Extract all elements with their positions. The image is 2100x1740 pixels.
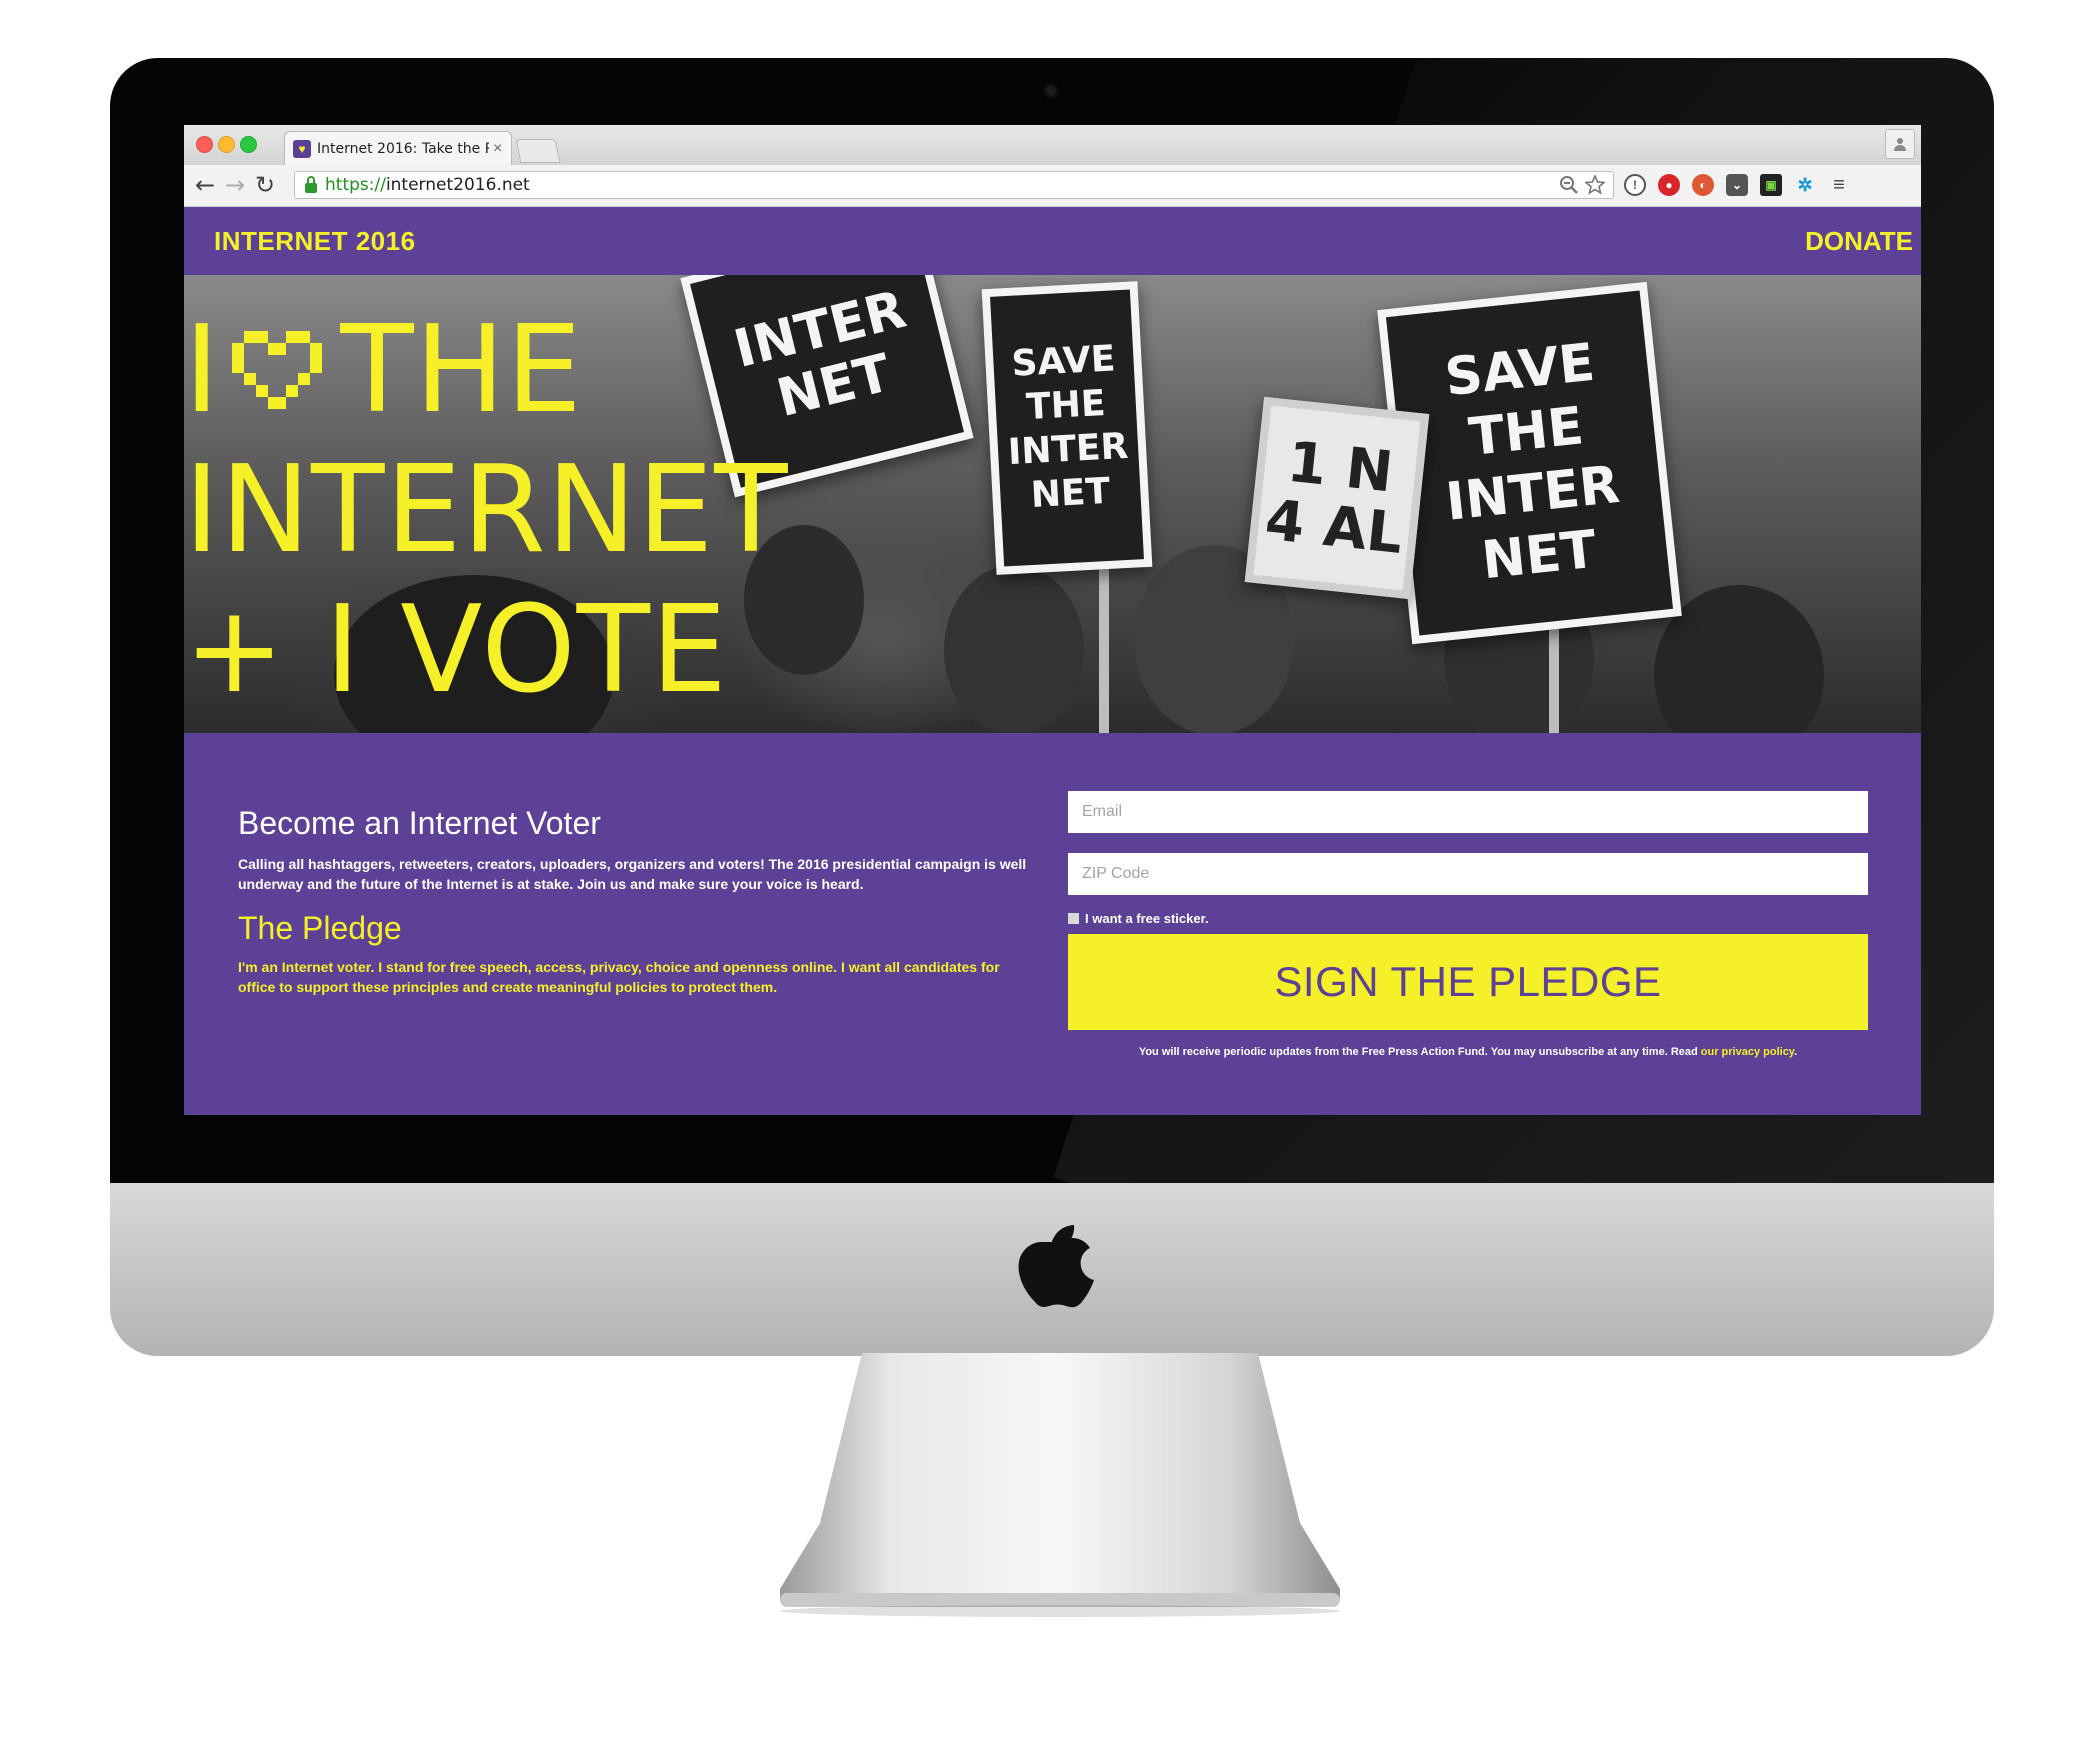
donate-link[interactable]: DONATE xyxy=(1805,207,1913,275)
disclaimer: You will receive periodic updates from t… xyxy=(1068,1046,1868,1058)
address-bar[interactable]: https:// internet2016.net xyxy=(294,171,1614,199)
become-voter-text: Calling all hashtaggers, retweeters, cre… xyxy=(238,856,1027,892)
info-icon[interactable]: ! xyxy=(1624,174,1646,196)
camera-icon xyxy=(1046,86,1056,96)
headline-i: I xyxy=(184,301,221,440)
tab-title: Internet 2016: Take the Pledge xyxy=(317,140,489,157)
forward-button[interactable]: → xyxy=(222,171,248,199)
pixel-heart-icon xyxy=(232,331,323,409)
browser-toolbar: ← → ↻ https:// internet2016.net ! ● ◐ ⌄ xyxy=(184,165,1921,207)
headline-line-1: I THE xyxy=(184,301,789,441)
sticker-checkbox[interactable] xyxy=(1068,913,1079,924)
android-icon[interactable]: ▣ xyxy=(1760,174,1782,196)
pledge-form: I want a free sticker. SIGN THE PLEDGE Y… xyxy=(1068,791,1868,1058)
headline-line-3: + I VOTE xyxy=(184,581,728,720)
reload-button[interactable]: ↻ xyxy=(252,171,278,199)
site-brand[interactable]: INTERNET 2016 xyxy=(214,207,416,275)
pledge-text: I'm an Internet voter. I stand for free … xyxy=(238,959,1000,995)
browser-tab[interactable]: ♥ Internet 2016: Take the Pledge × xyxy=(284,131,512,165)
url-actions xyxy=(1559,175,1613,195)
new-tab-button[interactable] xyxy=(515,139,561,163)
screen: ♥ Internet 2016: Take the Pledge × ← → ↻… xyxy=(184,125,1921,1115)
url-host: internet2016.net xyxy=(385,175,530,195)
headline-line-2: INTERNET xyxy=(184,441,789,580)
placard: SAVE THE INTER NET xyxy=(981,281,1153,575)
close-window-button[interactable] xyxy=(196,136,213,153)
browser-tabstrip: ♥ Internet 2016: Take the Pledge × xyxy=(184,125,1921,166)
duckduckgo-icon[interactable]: ◐ xyxy=(1692,174,1714,196)
headline-the: THE xyxy=(340,301,583,440)
zip-code-field[interactable] xyxy=(1068,853,1868,895)
ublock-icon[interactable]: ● xyxy=(1658,174,1680,196)
pocket-icon[interactable]: ⌄ xyxy=(1726,174,1748,196)
lock-icon xyxy=(305,176,317,193)
tab-close-icon[interactable]: × xyxy=(493,140,502,158)
extension-icons: ! ● ◐ ⌄ ▣ ✲ ≡ xyxy=(1624,171,1850,199)
disclaimer-end: . xyxy=(1794,1046,1798,1058)
menu-icon[interactable]: ≡ xyxy=(1828,174,1850,196)
back-button[interactable]: ← xyxy=(192,171,218,199)
privacy-policy-link[interactable]: our privacy policy xyxy=(1701,1046,1794,1058)
star-icon[interactable] xyxy=(1585,175,1605,195)
disclaimer-text: You will receive periodic updates from t… xyxy=(1138,1046,1698,1058)
sticker-label: I want a free sticker. xyxy=(1085,911,1209,926)
hero-headline: I THE INTERNET + I VOTE xyxy=(184,301,789,721)
site-header: INTERNET 2016 DONATE xyxy=(184,207,1921,275)
imac-stand xyxy=(780,1353,1340,1617)
signup-section: Become an Internet Voter Calling all has… xyxy=(184,733,1921,1115)
profile-icon[interactable] xyxy=(1885,129,1915,159)
pledge-title: The Pledge xyxy=(238,910,402,946)
email-field[interactable] xyxy=(1068,791,1868,833)
heart-favicon-icon: ♥ xyxy=(293,139,311,158)
placard: 1 N 4 AL xyxy=(1244,396,1430,600)
become-voter-title: Become an Internet Voter xyxy=(238,805,601,841)
zoom-window-button[interactable] xyxy=(240,136,257,153)
minimize-window-button[interactable] xyxy=(218,136,235,153)
intro-column: Become an Internet Voter Calling all has… xyxy=(238,805,1028,997)
sticker-option: I want a free sticker. xyxy=(1068,911,1868,926)
url-scheme: https:// xyxy=(325,175,386,195)
crowd-figure xyxy=(944,565,1084,733)
hero-banner: INTER NET SAVE THE INTER NET SAVE THE IN… xyxy=(184,275,1921,733)
network-icon[interactable]: ✲ xyxy=(1794,174,1816,196)
sign-pledge-button[interactable]: SIGN THE PLEDGE xyxy=(1068,934,1868,1030)
person-icon xyxy=(1894,138,1906,151)
apple-logo-icon xyxy=(1018,1225,1094,1308)
zoom-icon[interactable] xyxy=(1559,175,1579,195)
